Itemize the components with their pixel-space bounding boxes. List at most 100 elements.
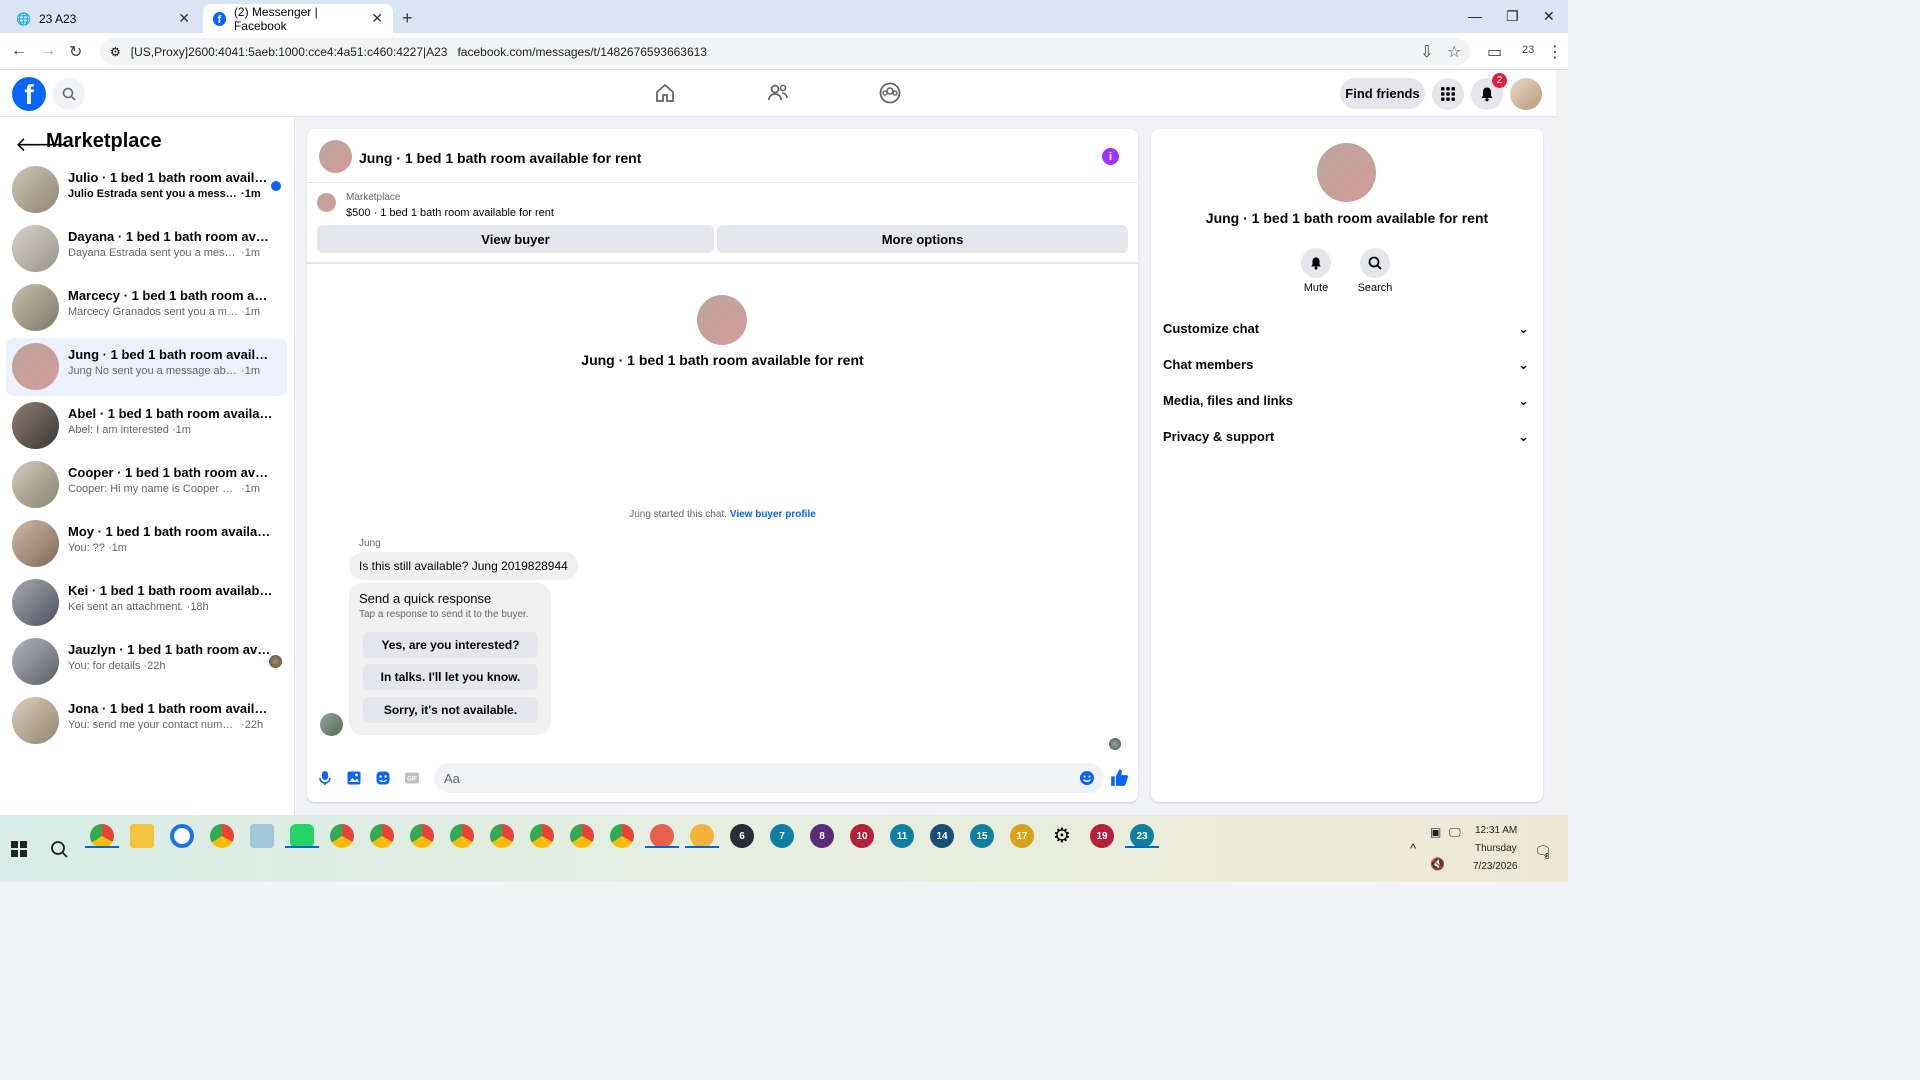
search-icon[interactable] [53, 78, 85, 110]
groups-icon[interactable] [878, 81, 902, 105]
home-icon[interactable] [653, 81, 677, 105]
conversation-item[interactable]: Julio · 1 bed 1 bath room availabl... Ju… [6, 161, 287, 219]
chrome-app-icon[interactable] [90, 824, 114, 848]
clock-day[interactable]: Thursday [1475, 843, 1517, 854]
chrome-app-icon[interactable] [530, 824, 554, 848]
like-thumbs-up-icon[interactable] [1110, 768, 1129, 787]
conversation-snippet: You: send me your contact number i ... [68, 719, 238, 731]
app-badge: 10 [856, 831, 868, 842]
url-text[interactable]: facebook.com/messages/t/1482676593663613 [457, 45, 707, 59]
friends-icon[interactable] [766, 81, 790, 105]
forward-icon[interactable]: → [40, 42, 56, 60]
back-icon[interactable]: ← [11, 42, 27, 60]
message-bubble[interactable]: Is this still available? Jung 2019828944 [349, 552, 578, 580]
microphone-icon[interactable] [317, 770, 333, 786]
gif-icon[interactable]: GIF [404, 770, 420, 786]
app-icon[interactable] [690, 824, 714, 848]
chat-members-section[interactable]: Chat members ⌄ [1163, 357, 1529, 373]
new-tab-icon[interactable]: + [402, 8, 413, 29]
message-input[interactable]: Aa [434, 763, 1104, 793]
chat-avatar[interactable] [319, 140, 352, 173]
chrome-app-icon[interactable] [210, 824, 234, 848]
app-badge: 8 [819, 831, 825, 842]
customize-chat-section[interactable]: Customize chat ⌄ [1163, 321, 1529, 337]
search-label[interactable]: Search [1350, 282, 1400, 294]
chrome-app-icon[interactable] [370, 824, 394, 848]
conversation-time: 22h [147, 660, 166, 672]
chevron-up-icon[interactable]: ^ [1410, 841, 1416, 856]
facebook-logo-icon[interactable]: f [12, 77, 46, 111]
network-icon[interactable]: 🖵 [1449, 825, 1461, 840]
page-scrollbar[interactable] [1556, 70, 1568, 815]
listing-text: $500 · 1 bed 1 bath room available for r… [346, 207, 554, 219]
reload-icon[interactable]: ↻ [69, 42, 82, 62]
conversation-item[interactable]: Jona · 1 bed 1 bath room available ... Y… [6, 692, 287, 750]
close-tab-icon[interactable]: ✕ [371, 10, 383, 27]
conversation-title: Jung · 1 bed 1 bath room available ... [68, 347, 273, 362]
chat-title[interactable]: Jung · 1 bed 1 bath room available for r… [359, 150, 641, 166]
emoji-icon[interactable] [1079, 770, 1095, 786]
conversation-avatar [12, 284, 59, 331]
conversation-sidebar: 🡐 Marketplace Julio · 1 bed 1 bath room … [0, 117, 295, 815]
app-icon[interactable] [650, 824, 674, 848]
conversation-item-active[interactable]: Jung · 1 bed 1 bath room available ... J… [6, 338, 287, 396]
chrome-app-icon[interactable] [330, 824, 354, 848]
install-icon[interactable]: ⇩ [1420, 42, 1433, 62]
conversation-item[interactable]: Moy · 1 bed 1 bath room available ... Yo… [6, 515, 287, 573]
whatsapp-icon[interactable] [290, 824, 314, 848]
menu-grid-icon[interactable] [1432, 78, 1464, 110]
bookmark-star-icon[interactable]: ☆ [1447, 42, 1461, 62]
profile-count[interactable]: 23 [1522, 44, 1534, 56]
chrome-app-icon[interactable] [410, 824, 434, 848]
profile-avatar[interactable] [1510, 78, 1542, 110]
mute-label[interactable]: Mute [1296, 282, 1336, 294]
app-icon[interactable] [250, 824, 274, 848]
quick-reply-button[interactable]: Yes, are you interested? [363, 632, 538, 658]
address-bar[interactable]: ⚙ [US,Proxy]2600:4041:5aeb:1000:cce4:4a5… [100, 38, 1470, 65]
quick-reply-button[interactable]: Sorry, it's not available. [363, 697, 538, 723]
taskbar-search-icon[interactable] [50, 840, 68, 858]
tab-search-icon[interactable]: ▭ [1487, 42, 1502, 62]
chrome-app-icon[interactable] [610, 824, 634, 848]
conversation-item[interactable]: Dayana · 1 bed 1 bath room availa... Day… [6, 220, 287, 278]
mute-bell-icon[interactable] [1301, 248, 1331, 278]
privacy-support-section[interactable]: Privacy & support ⌄ [1163, 429, 1529, 445]
conversation-item[interactable]: Abel · 1 bed 1 bath room available ... A… [6, 397, 287, 455]
clock-date[interactable]: 7/23/2026 [1473, 861, 1518, 872]
clock-time[interactable]: 12:31 AM [1475, 825, 1517, 836]
view-buyer-profile-link[interactable]: View buyer profile [730, 509, 816, 520]
app-icon[interactable] [170, 824, 194, 848]
chrome-app-icon[interactable] [490, 824, 514, 848]
conversation-title: Kei · 1 bed 1 bath room available f... [68, 583, 273, 598]
chrome-app-icon[interactable] [570, 824, 594, 848]
settings-gear-icon[interactable]: ⚙ [1050, 824, 1074, 848]
browser-tab-messenger[interactable]: f (2) Messenger | Facebook ✕ [203, 4, 393, 33]
close-tab-icon[interactable]: ✕ [178, 10, 190, 27]
conversation-time: 1m [111, 542, 127, 554]
conversation-item[interactable]: Jauzlyn · 1 bed 1 bath room avail... You… [6, 633, 287, 691]
media-files-links-section[interactable]: Media, files and links ⌄ [1163, 393, 1529, 409]
search-icon[interactable] [1360, 248, 1390, 278]
window-close-icon[interactable]: ✕ [1543, 8, 1555, 25]
more-options-button[interactable]: More options [717, 225, 1128, 253]
file-explorer-icon[interactable] [130, 824, 154, 848]
menu-kebab-icon[interactable]: ⋮ [1547, 42, 1563, 62]
chrome-app-icon[interactable] [450, 824, 474, 848]
view-buyer-button[interactable]: View buyer [317, 225, 714, 253]
photo-icon[interactable] [346, 770, 362, 786]
windows-start-icon[interactable] [11, 841, 27, 857]
quick-reply-button[interactable]: In talks. I'll let you know. [363, 664, 538, 690]
browser-tab-a23[interactable]: 🌐 23 A23 ✕ [6, 4, 200, 33]
info-icon[interactable]: i [1102, 148, 1119, 165]
conversation-avatar [12, 402, 59, 449]
meet-icon[interactable]: ▣ [1430, 825, 1441, 839]
conversation-item[interactable]: Marcecy · 1 bed 1 bath room availa... Ma… [6, 279, 287, 337]
conversation-item[interactable]: Cooper · 1 bed 1 bath room availab... Co… [6, 456, 287, 514]
minimize-icon[interactable]: — [1468, 8, 1482, 24]
sticker-icon[interactable] [375, 770, 391, 786]
find-friends-button[interactable]: Find friends [1340, 78, 1425, 109]
conversation-item[interactable]: Kei · 1 bed 1 bath room available f... K… [6, 574, 287, 632]
site-info-icon[interactable]: ⚙ [110, 45, 121, 59]
restore-icon[interactable]: ❐ [1506, 8, 1519, 25]
volume-muted-icon[interactable]: 🔇 [1430, 857, 1445, 871]
